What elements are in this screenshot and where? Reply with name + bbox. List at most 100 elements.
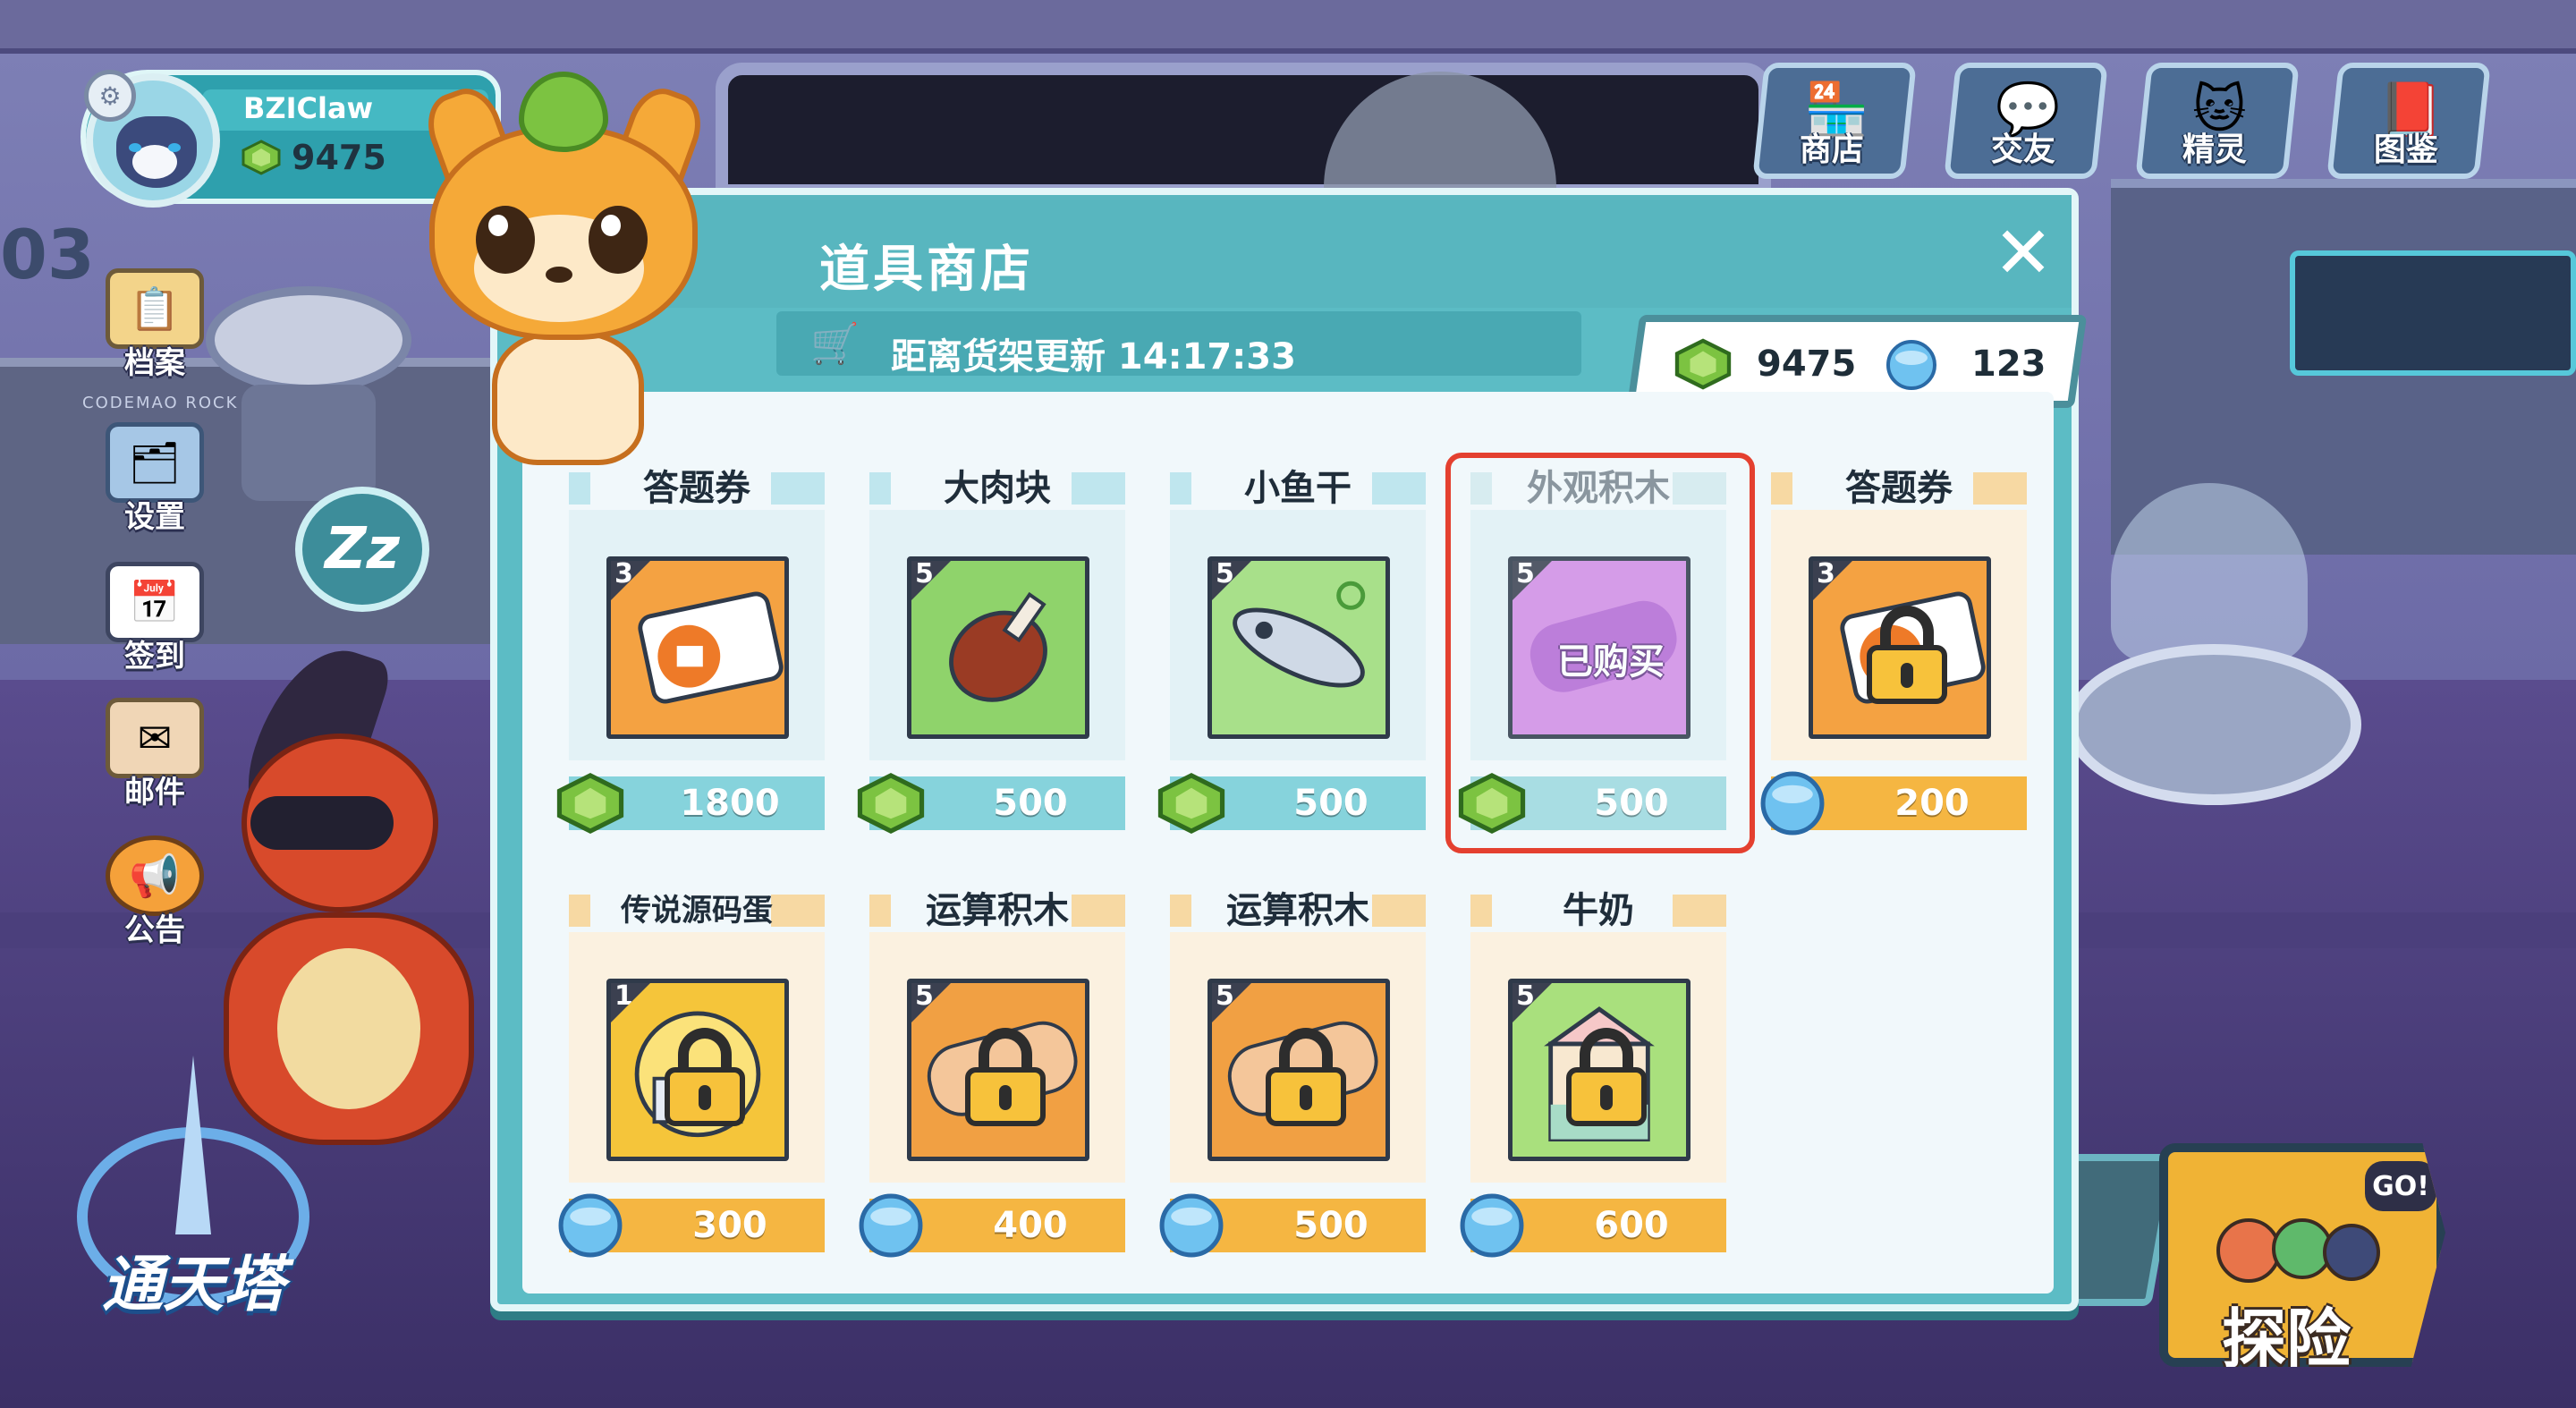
pets-group-icon — [2216, 1218, 2380, 1283]
teleport-platform — [2066, 644, 2361, 805]
selection-highlight — [1445, 453, 1755, 853]
item-name: 运算积木 — [1226, 890, 1369, 931]
price-bar: 500 — [857, 773, 1125, 834]
item-price: 1800 — [680, 783, 780, 824]
item-price: 300 — [692, 1205, 767, 1246]
mascot-nose — [546, 267, 572, 283]
shop-item-dried-fish[interactable]: 小鱼干 5 500 — [1157, 463, 1426, 839]
go-badge: GO! — [2365, 1161, 2436, 1211]
nav-shop[interactable]: 🏪 商店 — [1752, 63, 1917, 179]
ticket-icon: 3 — [1809, 556, 1991, 739]
dragon-mask — [250, 796, 394, 850]
mail-icon: ✉ — [106, 698, 204, 778]
item-name: 答题券 — [643, 468, 750, 509]
space-window — [716, 63, 1771, 197]
lock-icon — [1867, 606, 1947, 704]
gear-icon[interactable]: ⚙ — [84, 70, 136, 122]
shop-item-meat[interactable]: 大肉块 5 500 — [857, 463, 1125, 839]
ceiling — [0, 0, 2576, 54]
refresh-countdown: 距离货架更新 14:17:33 — [891, 336, 1296, 377]
nav-label: 交友 — [1990, 131, 2055, 168]
mascot-eye — [589, 206, 648, 274]
price-bar: 500 — [1157, 773, 1426, 834]
item-name: 运算积木 — [926, 890, 1069, 931]
milk-icon: 5 — [1508, 979, 1690, 1161]
close-button[interactable]: ✕ — [1989, 211, 2057, 294]
sidebar-item-label: 设置 — [124, 499, 185, 535]
sidebar-item-mail[interactable]: ✉ 邮件 — [97, 698, 213, 811]
shop-item-answer-ticket[interactable]: 答题券 3 1800 — [556, 463, 825, 839]
meat-icon: 5 — [907, 556, 1089, 739]
price-bar: 500 — [1159, 1193, 1426, 1258]
blue-gem-icon — [1460, 1193, 1524, 1258]
dialog-header — [497, 195, 2072, 308]
mascot-eye — [476, 206, 535, 274]
robot-dome — [206, 286, 411, 394]
explore-button[interactable]: GO! 探险 — [2159, 1143, 2445, 1367]
sidebar-item-settings[interactable]: 🗂 设置 — [97, 422, 213, 536]
shop-dialog: 道具商店 ✕ 🛒 距离货架更新 14:17:33 9475 123 答题券 3 — [490, 188, 2088, 1311]
shop-item-legend-egg[interactable]: 传说源码蛋 1 300 — [558, 886, 825, 1261]
operator-block-icon: 5 — [907, 979, 1089, 1161]
item-name: 答题券 — [1845, 468, 1953, 509]
green-gem-icon — [1674, 338, 1732, 390]
codemao-label: CODEMAO ROCK — [82, 394, 239, 412]
item-price: 500 — [993, 783, 1068, 824]
wolf-eye — [129, 143, 141, 152]
nav-label: 精灵 — [2182, 131, 2247, 168]
sidebar-item-announcement[interactable]: 📢 公告 — [97, 835, 213, 949]
price-bar: 600 — [1460, 1193, 1726, 1258]
lock-icon — [1266, 1028, 1346, 1126]
leaf-icon — [519, 72, 608, 152]
lock-icon — [1566, 1028, 1647, 1126]
blue-gem-icon — [1760, 771, 1825, 835]
nav-friends[interactable]: 💬 交友 — [1944, 63, 2108, 179]
shop-item-milk[interactable]: 牛奶 5 600 — [1460, 886, 1726, 1261]
dialog-title: 道具商店 — [819, 241, 1034, 299]
nav-codex[interactable]: 📕 图鉴 — [2326, 63, 2491, 179]
sidebar-item-profile[interactable]: 📋 档案 — [97, 268, 213, 382]
explore-label: 探险 — [2222, 1302, 2351, 1377]
nav-label: 商店 — [1799, 131, 1864, 168]
sidebar-item-checkin[interactable]: 📅 签到 — [97, 562, 213, 675]
sidebar-item-label: 公告 — [124, 912, 185, 948]
shop-item-operator-block-2[interactable]: 运算积木 5 500 — [1159, 886, 1426, 1261]
price-bar: 200 — [1760, 771, 2027, 835]
item-price: 500 — [1293, 1205, 1368, 1246]
shop-item-answer-ticket-locked[interactable]: 答题券 3 200 — [1760, 463, 2027, 839]
nav-pets[interactable]: 🐱 精灵 — [2135, 63, 2300, 179]
tower-logo-text: 通天塔 — [101, 1250, 284, 1320]
green-gem-icon — [857, 773, 925, 834]
player-name: BZIClaw — [243, 91, 374, 125]
lock-icon — [965, 1028, 1046, 1126]
blue-currency-value: 123 — [1971, 344, 2046, 385]
sleep-bubble[interactable]: Zz — [295, 487, 429, 612]
megaphone-icon: 📢 — [106, 835, 204, 916]
calendar-icon: 📅 — [106, 562, 204, 642]
settings-icon: 🗂 — [106, 422, 204, 503]
shop-item-grid: 答题券 3 1800 大肉块 5 500 小鱼干 5 500 外观积木 5 已购… — [522, 392, 2054, 1293]
item-name: 牛奶 — [1563, 890, 1634, 931]
item-price: 400 — [993, 1205, 1068, 1246]
item-price: 600 — [1594, 1205, 1669, 1246]
sidebar-item-label: 签到 — [124, 639, 185, 674]
player-coins: 9475 — [292, 138, 386, 177]
lock-icon — [665, 1028, 745, 1126]
blue-gem-icon — [558, 1193, 623, 1258]
dried-fish-icon: 5 — [1208, 556, 1390, 739]
wolf-eye — [168, 143, 181, 152]
item-name: 小鱼干 — [1244, 468, 1352, 509]
price-bar: 300 — [558, 1193, 825, 1258]
mascot-character — [418, 72, 716, 465]
green-currency-value: 9475 — [1757, 344, 1857, 385]
operator-block-icon: 5 — [1208, 979, 1390, 1161]
green-gem-icon — [556, 773, 624, 834]
item-name: 传说源码蛋 — [621, 892, 773, 929]
robot-base — [242, 385, 376, 501]
tower-logo[interactable]: 通天塔 — [77, 1056, 318, 1320]
nav-label: 图鉴 — [2373, 131, 2438, 168]
shop-item-operator-block[interactable]: 运算积木 5 400 — [859, 886, 1125, 1261]
sidebar-item-label: 邮件 — [124, 775, 185, 810]
item-price: 200 — [1894, 783, 1970, 824]
item-name: 外观积木 — [1527, 468, 1670, 509]
